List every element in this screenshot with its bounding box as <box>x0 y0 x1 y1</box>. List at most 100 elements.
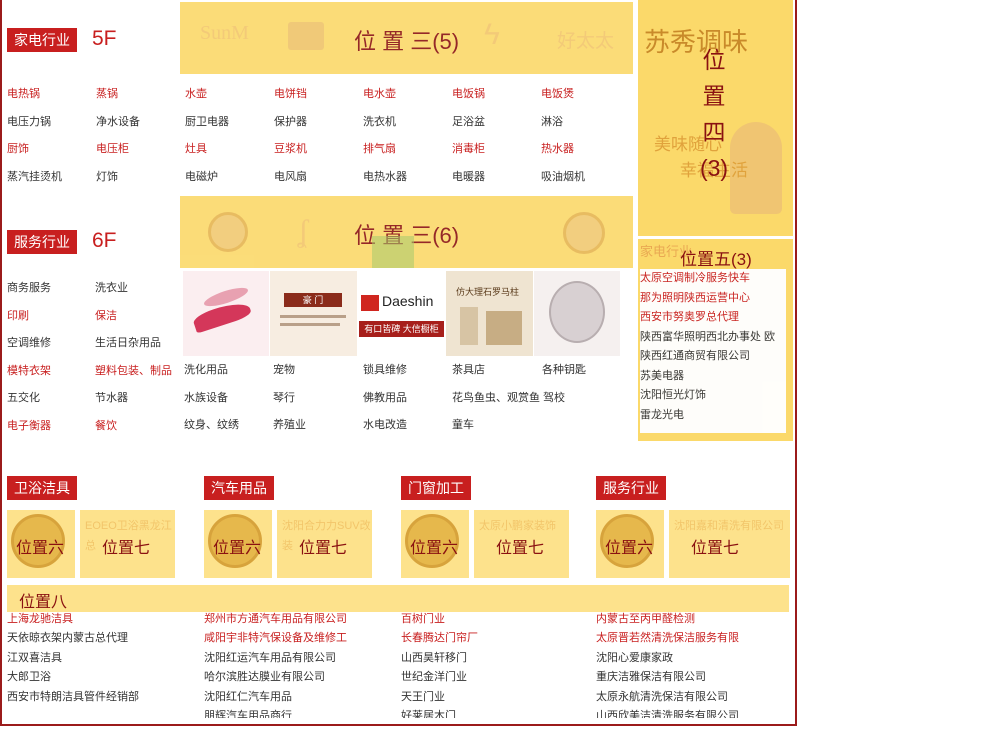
category-label[interactable]: 门窗加工 <box>401 476 471 500</box>
appliance-link[interactable]: 电饭锅 <box>452 87 485 101</box>
company-link[interactable]: 陕西富华照明西北办事处 欧 <box>640 328 786 348</box>
banner-position-8[interactable]: 位置八 <box>7 585 789 612</box>
ad-position-7[interactable]: 沈阳嘉和清洗有限公司 位置七 <box>669 510 790 578</box>
appliance-link[interactable]: 豆浆机 <box>274 142 307 156</box>
category-label[interactable]: 卫浴洁具 <box>7 476 77 500</box>
appliance-link[interactable]: 电风扇 <box>274 170 307 184</box>
category-label[interactable]: 服务行业 <box>596 476 666 500</box>
ad-position-6[interactable]: 位置六 <box>401 510 469 578</box>
ad-position-6[interactable]: 位置六 <box>204 510 272 578</box>
company-link[interactable]: 那为照明陕西运营中心 <box>640 289 786 309</box>
service-link[interactable]: 空调维修 <box>7 336 51 350</box>
ad-position-7[interactable]: 太原小鹏家装饰 位置七 <box>474 510 569 578</box>
service-link[interactable]: 水族设备 <box>184 391 228 405</box>
appliance-link[interactable]: 灶具 <box>185 142 207 156</box>
company-link[interactable]: 朋辉汽车用品商行 <box>204 707 392 718</box>
service-link[interactable]: 茶具店 <box>452 363 485 377</box>
appliance-link[interactable]: 电暖器 <box>452 170 485 184</box>
appliance-link[interactable]: 淋浴 <box>541 115 563 129</box>
company-link[interactable]: 沈阳恒光灯饰 <box>640 386 786 406</box>
company-link[interactable]: 江双喜洁具 <box>7 649 195 669</box>
company-link[interactable]: 重庆洁雅保洁有限公司 <box>596 668 786 688</box>
company-link[interactable]: 天王门业 <box>401 688 589 708</box>
company-link[interactable]: 哈尔滨胜达膜业有限公司 <box>204 668 392 688</box>
company-link[interactable]: 太原空调制冷服务快车 <box>640 269 786 289</box>
appliance-link[interactable]: 保护器 <box>274 115 307 129</box>
appliance-link[interactable]: 电饼铛 <box>274 87 307 101</box>
company-link[interactable]: 长春腾达门帘厂 <box>401 629 589 649</box>
service-link[interactable]: 五交化 <box>7 391 40 405</box>
ad-position-7[interactable]: EOEO卫浴黑龙江总 位置七 <box>80 510 175 578</box>
company-link[interactable]: 好莱居木门 <box>401 707 589 718</box>
service-link[interactable]: 保洁 <box>95 309 117 323</box>
company-link[interactable]: 陕西红通商贸有限公司 <box>640 347 786 367</box>
product-image-haomen[interactable]: 豪 门 <box>270 271 357 356</box>
service-link[interactable]: 锁具维修 <box>363 363 407 377</box>
service-link[interactable]: 水电改造 <box>363 418 407 432</box>
appliance-link[interactable]: 灯饰 <box>96 170 118 184</box>
company-link[interactable]: 太原晋若然清洗保洁服务有限 <box>596 629 786 649</box>
company-link[interactable]: 上海龙驰洁具 <box>7 610 195 630</box>
company-link[interactable]: 百树门业 <box>401 610 589 630</box>
appliance-link[interactable]: 电压力锅 <box>7 115 51 129</box>
service-link[interactable]: 花鸟鱼虫、观赏鱼 驾校 <box>452 391 565 405</box>
appliance-link[interactable]: 蒸汽挂烫机 <box>7 170 62 184</box>
product-image-shoes[interactable] <box>183 271 269 356</box>
category-label[interactable]: 汽车用品 <box>204 476 274 500</box>
service-link[interactable]: 童车 <box>452 418 474 432</box>
company-link[interactable]: 西安市特朗洁具管件经销部 <box>7 688 195 708</box>
appliance-link[interactable]: 厨饰 <box>7 142 29 156</box>
service-link[interactable]: 洗衣业 <box>95 281 128 295</box>
service-link[interactable]: 生活日杂用品 <box>95 336 161 350</box>
appliance-link[interactable]: 消毒柜 <box>452 142 485 156</box>
company-link[interactable]: 世纪金洋门业 <box>401 668 589 688</box>
service-link[interactable]: 节水器 <box>95 391 128 405</box>
company-link[interactable]: 山西欣美洁清洗服务有限公司 <box>596 707 786 718</box>
service-link[interactable]: 佛教用品 <box>363 391 407 405</box>
appliance-link[interactable]: 水壶 <box>185 87 207 101</box>
appliance-link[interactable]: 厨卫电器 <box>185 115 229 129</box>
section-label-service[interactable]: 服务行业 <box>7 230 77 254</box>
service-link[interactable]: 餐饮 <box>95 419 117 433</box>
appliance-link[interactable]: 吸油烟机 <box>541 170 585 184</box>
company-link[interactable]: 苏美电器 <box>640 367 786 387</box>
appliance-link[interactable]: 电热锅 <box>7 87 40 101</box>
ad-position-4[interactable]: 苏秀调味 美味随心 幸福生活 位 置 四 (3) <box>638 0 793 236</box>
company-link[interactable]: 雷龙光电 <box>640 406 786 426</box>
appliance-link[interactable]: 电饭煲 <box>541 87 574 101</box>
appliance-link[interactable]: 电磁炉 <box>185 170 218 184</box>
ad-position-7[interactable]: 沈阳合力力SUV改装 位置七 <box>277 510 372 578</box>
company-link[interactable]: 郑州市方通汽车用品有限公司 <box>204 610 392 630</box>
banner-position-3-6[interactable]: ʆ 位 置 三(6) <box>180 196 633 268</box>
banner-position-3-5[interactable]: SunM 位 置 三(5) ϟ 好太太 <box>180 2 633 74</box>
appliance-link[interactable]: 净水设备 <box>96 115 140 129</box>
service-link[interactable]: 模特衣架 <box>7 364 51 378</box>
appliance-link[interactable]: 足浴盆 <box>452 115 485 129</box>
service-link[interactable]: 洗化用品 <box>184 363 228 377</box>
service-link[interactable]: 各种钥匙 <box>542 363 586 377</box>
service-link[interactable]: 塑料包装、制品 <box>95 364 172 378</box>
appliance-link[interactable]: 电水壶 <box>363 87 396 101</box>
company-link[interactable]: 沈阳心爱康家政 <box>596 649 786 669</box>
appliance-link[interactable]: 排气扇 <box>363 142 396 156</box>
product-image-column[interactable]: 仿大理石罗马柱 <box>446 271 533 356</box>
service-link[interactable]: 养殖业 <box>273 418 306 432</box>
product-image-daeshin[interactable]: Daeshin 有口皆碑 大信橱柜 <box>358 271 445 356</box>
company-link[interactable]: 大郎卫浴 <box>7 668 195 688</box>
company-link[interactable]: 西安市努奥罗总代理 <box>640 308 786 328</box>
ad-position-6[interactable]: 位置六 <box>7 510 75 578</box>
company-link[interactable]: 内蒙古至丙甲醛检测 <box>596 610 786 630</box>
company-link[interactable]: 沈阳红运汽车用品有限公司 <box>204 649 392 669</box>
company-link[interactable]: 天依晾衣架内蒙古总代理 <box>7 629 195 649</box>
appliance-link[interactable]: 电压柜 <box>96 142 129 156</box>
service-link[interactable]: 印刷 <box>7 309 29 323</box>
company-link[interactable]: 太原永航清洗保洁有限公司 <box>596 688 786 708</box>
service-link[interactable]: 宠物 <box>273 363 295 377</box>
company-link[interactable]: 山西昊轩移门 <box>401 649 589 669</box>
section-label-appliance[interactable]: 家电行业 <box>7 28 77 52</box>
appliance-link[interactable]: 洗衣机 <box>363 115 396 129</box>
company-link[interactable]: 沈阳红仁汽车用品 <box>204 688 392 708</box>
service-link[interactable]: 纹身、纹绣 <box>184 418 239 432</box>
service-link[interactable]: 电子衡器 <box>7 419 51 433</box>
service-link[interactable]: 琴行 <box>273 391 295 405</box>
